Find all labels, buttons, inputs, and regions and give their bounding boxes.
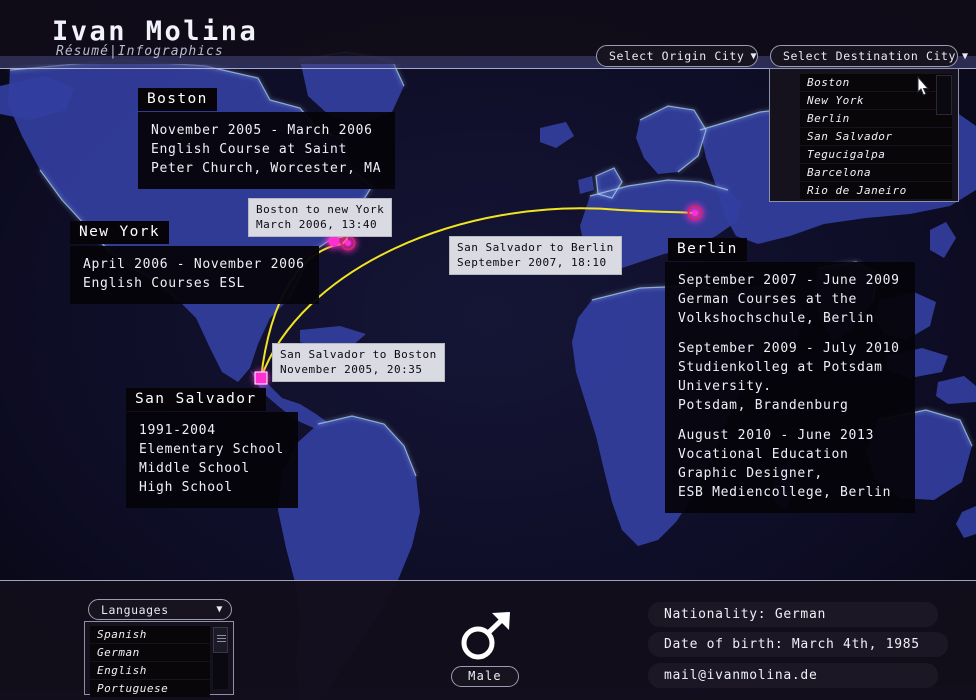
city-info-berlin: September 2007 - June 2009 German Course… bbox=[665, 262, 915, 513]
select-origin-city[interactable]: Select Origin City ▼ bbox=[596, 45, 758, 67]
berlin-e2-line-4: Potsdam, Brandenburg bbox=[678, 398, 849, 413]
select-origin-city-label: Select Origin City bbox=[609, 49, 745, 63]
infographic-resume-page: Ivan Molina Résumé|Infographics Select O… bbox=[0, 0, 976, 700]
san-salvador-line-2: Elementary School bbox=[139, 442, 284, 457]
select-destination-city[interactable]: Select Destination City ▼ bbox=[770, 45, 968, 67]
san-salvador-line-4: High School bbox=[139, 480, 233, 495]
menu-item-spanish[interactable]: Spanish bbox=[90, 626, 210, 643]
berlin-entry-2: September 2009 - July 2010 Studienkolleg… bbox=[678, 339, 901, 415]
select-languages[interactable]: Languages ▼ bbox=[88, 599, 232, 620]
menu-item-boston[interactable]: Boston bbox=[800, 74, 952, 91]
berlin-e2-line-2: Studienkolleg at Potsdam bbox=[678, 360, 883, 375]
languages-scrollbar-thumb[interactable] bbox=[213, 627, 228, 653]
flight-tooltip-san-salvador-boston: San Salvador to Boston November 2005, 20… bbox=[272, 343, 445, 382]
berlin-e3-line-1: August 2010 - June 2013 bbox=[678, 428, 875, 443]
city-tag-new-york: New York bbox=[70, 221, 170, 244]
page-title: Ivan Molina bbox=[52, 16, 259, 47]
menu-item-german[interactable]: German bbox=[90, 644, 210, 661]
san-salvador-entry-1: 1991-2004 Elementary School Middle Schoo… bbox=[139, 421, 284, 497]
new-york-line-1: April 2006 - November 2006 bbox=[83, 257, 305, 272]
city-tag-san-salvador: San Salvador bbox=[126, 388, 266, 411]
menu-item-portuguese[interactable]: Portuguese bbox=[90, 680, 210, 697]
flight-time-boston-new-york: March 2006, 13:40 bbox=[256, 218, 378, 231]
boston-line-2: English Course at Saint bbox=[151, 142, 348, 157]
city-info-boston: November 2005 - March 2006 English Cours… bbox=[138, 112, 396, 189]
city-info-new-york: April 2006 - November 2006 English Cours… bbox=[70, 246, 319, 304]
berlin-entry-3: August 2010 - June 2013 Vocational Educa… bbox=[678, 426, 901, 502]
berlin-e3-line-3: Graphic Designer, bbox=[678, 466, 823, 481]
menu-item-english[interactable]: English bbox=[90, 662, 210, 679]
menu-item-san-salvador[interactable]: San Salvador bbox=[800, 128, 952, 145]
san-salvador-line-3: Middle School bbox=[139, 461, 250, 476]
menu-item-new-york[interactable]: New York bbox=[800, 92, 952, 109]
menu-item-berlin[interactable]: Berlin bbox=[800, 110, 952, 127]
boston-line-3: Peter Church, Worcester, MA bbox=[151, 161, 382, 176]
city-info-san-salvador: 1991-2004 Elementary School Middle Schoo… bbox=[126, 412, 298, 508]
nationality-field: Nationality: German bbox=[648, 602, 938, 627]
flight-route-boston-new-york: Boston to new York bbox=[256, 203, 385, 216]
boston-line-1: November 2005 - March 2006 bbox=[151, 123, 373, 138]
flight-tooltip-san-salvador-berlin: San Salvador to Berlin September 2007, 1… bbox=[449, 236, 622, 275]
male-symbol-icon bbox=[461, 612, 510, 660]
berlin-e3-line-2: Vocational Education bbox=[678, 447, 849, 462]
select-destination-city-label: Select Destination City bbox=[783, 49, 957, 63]
berlin-e2-line-1: September 2009 - July 2010 bbox=[678, 341, 900, 356]
san-salvador-line-1: 1991-2004 bbox=[139, 423, 216, 438]
languages-menu-options: Spanish German English Portuguese bbox=[90, 626, 210, 697]
new-york-entry-1: April 2006 - November 2006 English Cours… bbox=[83, 255, 305, 293]
berlin-e1-line-1: September 2007 - June 2009 bbox=[678, 273, 900, 288]
email-field[interactable]: mail@ivanmolina.de bbox=[648, 663, 938, 688]
new-york-line-2: English Courses ESL bbox=[83, 276, 246, 291]
menu-item-barcelona[interactable]: Barcelona bbox=[800, 164, 952, 181]
flight-time-san-salvador-boston: November 2005, 20:35 bbox=[280, 363, 423, 376]
berlin-e2-line-3: University. bbox=[678, 379, 772, 394]
gender-display: Male bbox=[430, 607, 540, 687]
boston-entry-1: November 2005 - March 2006 English Cours… bbox=[151, 121, 381, 178]
destination-menu-options: Boston New York Berlin San Salvador Tegu… bbox=[800, 74, 952, 199]
date-of-birth-field: Date of birth: March 4th, 1985 bbox=[648, 632, 948, 657]
menu-item-tegucigalpa[interactable]: Tegucigalpa bbox=[800, 146, 952, 163]
flight-tooltip-boston-new-york: Boston to new York March 2006, 13:40 bbox=[248, 198, 393, 237]
flight-route-san-salvador-boston: San Salvador to Boston bbox=[280, 348, 437, 361]
berlin-e1-line-3: Volkshochschule, Berlin bbox=[678, 311, 875, 326]
city-tag-berlin: Berlin bbox=[668, 238, 747, 261]
destination-menu-scrollbar[interactable] bbox=[936, 75, 952, 115]
berlin-e3-line-4: ESB Mediencollege, Berlin bbox=[678, 485, 892, 500]
menu-item-rio-de-janeiro[interactable]: Rio de Janeiro bbox=[800, 182, 952, 199]
berlin-entry-1: September 2007 - June 2009 German Course… bbox=[678, 271, 901, 328]
flight-time-san-salvador-berlin: September 2007, 18:10 bbox=[457, 256, 607, 269]
city-tag-boston: Boston bbox=[138, 88, 217, 111]
flight-route-san-salvador-berlin: San Salvador to Berlin bbox=[457, 241, 614, 254]
chevron-down-icon: ▼ bbox=[962, 50, 969, 62]
page-subtitle: Résumé|Infographics bbox=[56, 44, 224, 59]
chevron-down-icon: ▼ bbox=[750, 50, 758, 62]
languages-dropdown-menu[interactable]: Spanish German English Portuguese bbox=[84, 621, 234, 697]
gender-label: Male bbox=[451, 666, 519, 687]
marker-berlin bbox=[686, 204, 704, 222]
select-languages-label: Languages bbox=[101, 602, 169, 617]
berlin-e1-line-2: German Courses at the bbox=[678, 292, 858, 307]
chevron-down-icon: ▼ bbox=[216, 604, 223, 615]
destination-city-dropdown-menu[interactable]: Boston New York Berlin San Salvador Tegu… bbox=[769, 68, 959, 202]
marker-san-salvador bbox=[253, 370, 269, 386]
